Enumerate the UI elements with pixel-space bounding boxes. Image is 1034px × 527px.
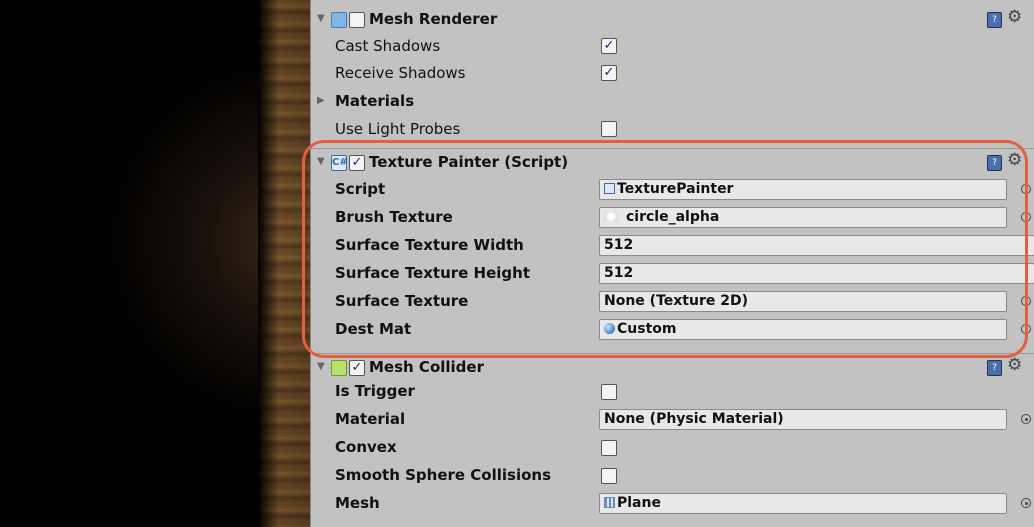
foldout-arrow-icon[interactable]: ▼ <box>317 156 325 167</box>
object-picker-icon[interactable] <box>1021 414 1031 424</box>
texture-painter-enabled-checkbox[interactable]: ✓ <box>349 155 365 171</box>
material-field[interactable]: None (Physic Material) <box>599 409 1007 430</box>
brush-texture-label: Brush Texture <box>335 208 453 226</box>
surface-texture-width-input[interactable]: 512 <box>599 235 1034 256</box>
use-light-probes-label: Use Light Probes <box>335 120 461 138</box>
mesh-renderer-title: Mesh Renderer <box>369 10 498 28</box>
surface-texture-height-input[interactable]: 512 <box>599 263 1034 284</box>
texture-icon <box>604 211 618 222</box>
script-value: TexturePainter <box>617 181 734 197</box>
help-icon[interactable]: ? <box>987 12 1002 28</box>
mesh-renderer-enabled-checkbox[interactable] <box>349 12 365 28</box>
surface-texture-width-label: Surface Texture Width <box>335 236 524 254</box>
materials-row[interactable]: ▶ Materials <box>311 88 1034 115</box>
dest-mat-field[interactable]: Custom <box>599 319 1007 340</box>
smooth-sphere-collisions-row: Smooth Sphere Collisions <box>311 462 1034 489</box>
help-icon[interactable]: ? <box>987 155 1002 171</box>
gear-icon[interactable]: ⚙ <box>1007 150 1022 170</box>
use-light-probes-row: Use Light Probes <box>311 116 1034 143</box>
material-sphere-icon <box>604 323 615 334</box>
cast-shadows-label: Cast Shadows <box>335 37 441 55</box>
script-component-icon: C# <box>331 155 348 171</box>
convex-row: Convex <box>311 434 1034 461</box>
object-picker-icon[interactable] <box>1021 184 1031 194</box>
cast-shadows-checkbox[interactable]: ✓ <box>601 38 617 54</box>
smooth-sphere-collisions-checkbox[interactable] <box>601 468 617 484</box>
brush-texture-value: circle_alpha <box>626 209 720 225</box>
script-row: Script TexturePainter <box>311 176 1034 203</box>
material-row: Material None (Physic Material) <box>311 406 1034 433</box>
dest-mat-row: Dest Mat Custom <box>311 316 1034 343</box>
materials-label: Materials <box>335 92 415 110</box>
inspector-panel: ▼ Mesh Renderer ? ⚙ Cast Shadows ✓ Recei… <box>310 0 1034 527</box>
object-picker-icon[interactable] <box>1021 212 1031 222</box>
brush-texture-row: Brush Texture circle_alpha <box>311 204 1034 231</box>
receive-shadows-label: Receive Shadows <box>335 64 466 82</box>
mesh-label: Mesh <box>335 494 380 512</box>
foldout-closed-icon[interactable]: ▶ <box>317 95 325 106</box>
mesh-collider-icon <box>331 360 347 376</box>
mesh-collider-header[interactable]: ▼ ✓ Mesh Collider ? ⚙ <box>311 353 1034 381</box>
material-label: Material <box>335 410 406 428</box>
mesh-row: Mesh Plane <box>311 490 1034 517</box>
object-picker-icon[interactable] <box>1021 498 1031 508</box>
script-label: Script <box>335 180 386 198</box>
brush-texture-field[interactable]: circle_alpha <box>599 207 1007 228</box>
is-trigger-label: Is Trigger <box>335 382 415 400</box>
mesh-renderer-header[interactable]: ▼ Mesh Renderer ? ⚙ <box>311 6 1034 33</box>
dest-mat-value: Custom <box>617 321 677 337</box>
surface-texture-height-row: Surface Texture Height 512 <box>311 260 1034 287</box>
surface-texture-width-row: Surface Texture Width 512 <box>311 232 1034 259</box>
mesh-collider-title: Mesh Collider <box>369 358 484 376</box>
script-field[interactable]: TexturePainter <box>599 179 1007 200</box>
mesh-grid-icon <box>604 497 615 508</box>
surface-texture-height-label: Surface Texture Height <box>335 264 530 282</box>
surface-texture-field[interactable]: None (Texture 2D) <box>599 291 1007 312</box>
cast-shadows-row: Cast Shadows ✓ <box>311 33 1034 60</box>
receive-shadows-row: Receive Shadows ✓ <box>311 60 1034 87</box>
is-trigger-row: Is Trigger <box>311 378 1034 405</box>
scene-shadow <box>258 0 310 527</box>
use-light-probes-checkbox[interactable] <box>601 121 617 137</box>
script-icon <box>604 183 615 194</box>
surface-texture-row: Surface Texture None (Texture 2D) <box>311 288 1034 315</box>
object-picker-icon[interactable] <box>1021 324 1031 334</box>
receive-shadows-checkbox[interactable]: ✓ <box>601 65 617 81</box>
object-picker-icon[interactable] <box>1021 296 1031 306</box>
texture-painter-header[interactable]: ▼ C# ✓ Texture Painter (Script) ? ⚙ <box>311 148 1034 176</box>
smooth-sphere-collisions-label: Smooth Sphere Collisions <box>335 466 552 484</box>
convex-label: Convex <box>335 438 397 456</box>
is-trigger-checkbox[interactable] <box>601 384 617 400</box>
scene-view[interactable] <box>0 0 310 527</box>
foldout-arrow-icon[interactable]: ▼ <box>317 361 325 372</box>
dest-mat-label: Dest Mat <box>335 320 412 338</box>
mesh-renderer-icon <box>331 12 347 28</box>
mesh-value: Plane <box>617 495 661 511</box>
convex-checkbox[interactable] <box>601 440 617 456</box>
mesh-collider-enabled-checkbox[interactable]: ✓ <box>349 360 365 376</box>
help-icon[interactable]: ? <box>987 360 1002 376</box>
gear-icon[interactable]: ⚙ <box>1007 7 1022 27</box>
foldout-arrow-icon[interactable]: ▼ <box>317 13 325 24</box>
surface-texture-label: Surface Texture <box>335 292 469 310</box>
gear-icon[interactable]: ⚙ <box>1007 355 1022 375</box>
texture-painter-title: Texture Painter (Script) <box>369 153 569 171</box>
mesh-field[interactable]: Plane <box>599 493 1007 514</box>
